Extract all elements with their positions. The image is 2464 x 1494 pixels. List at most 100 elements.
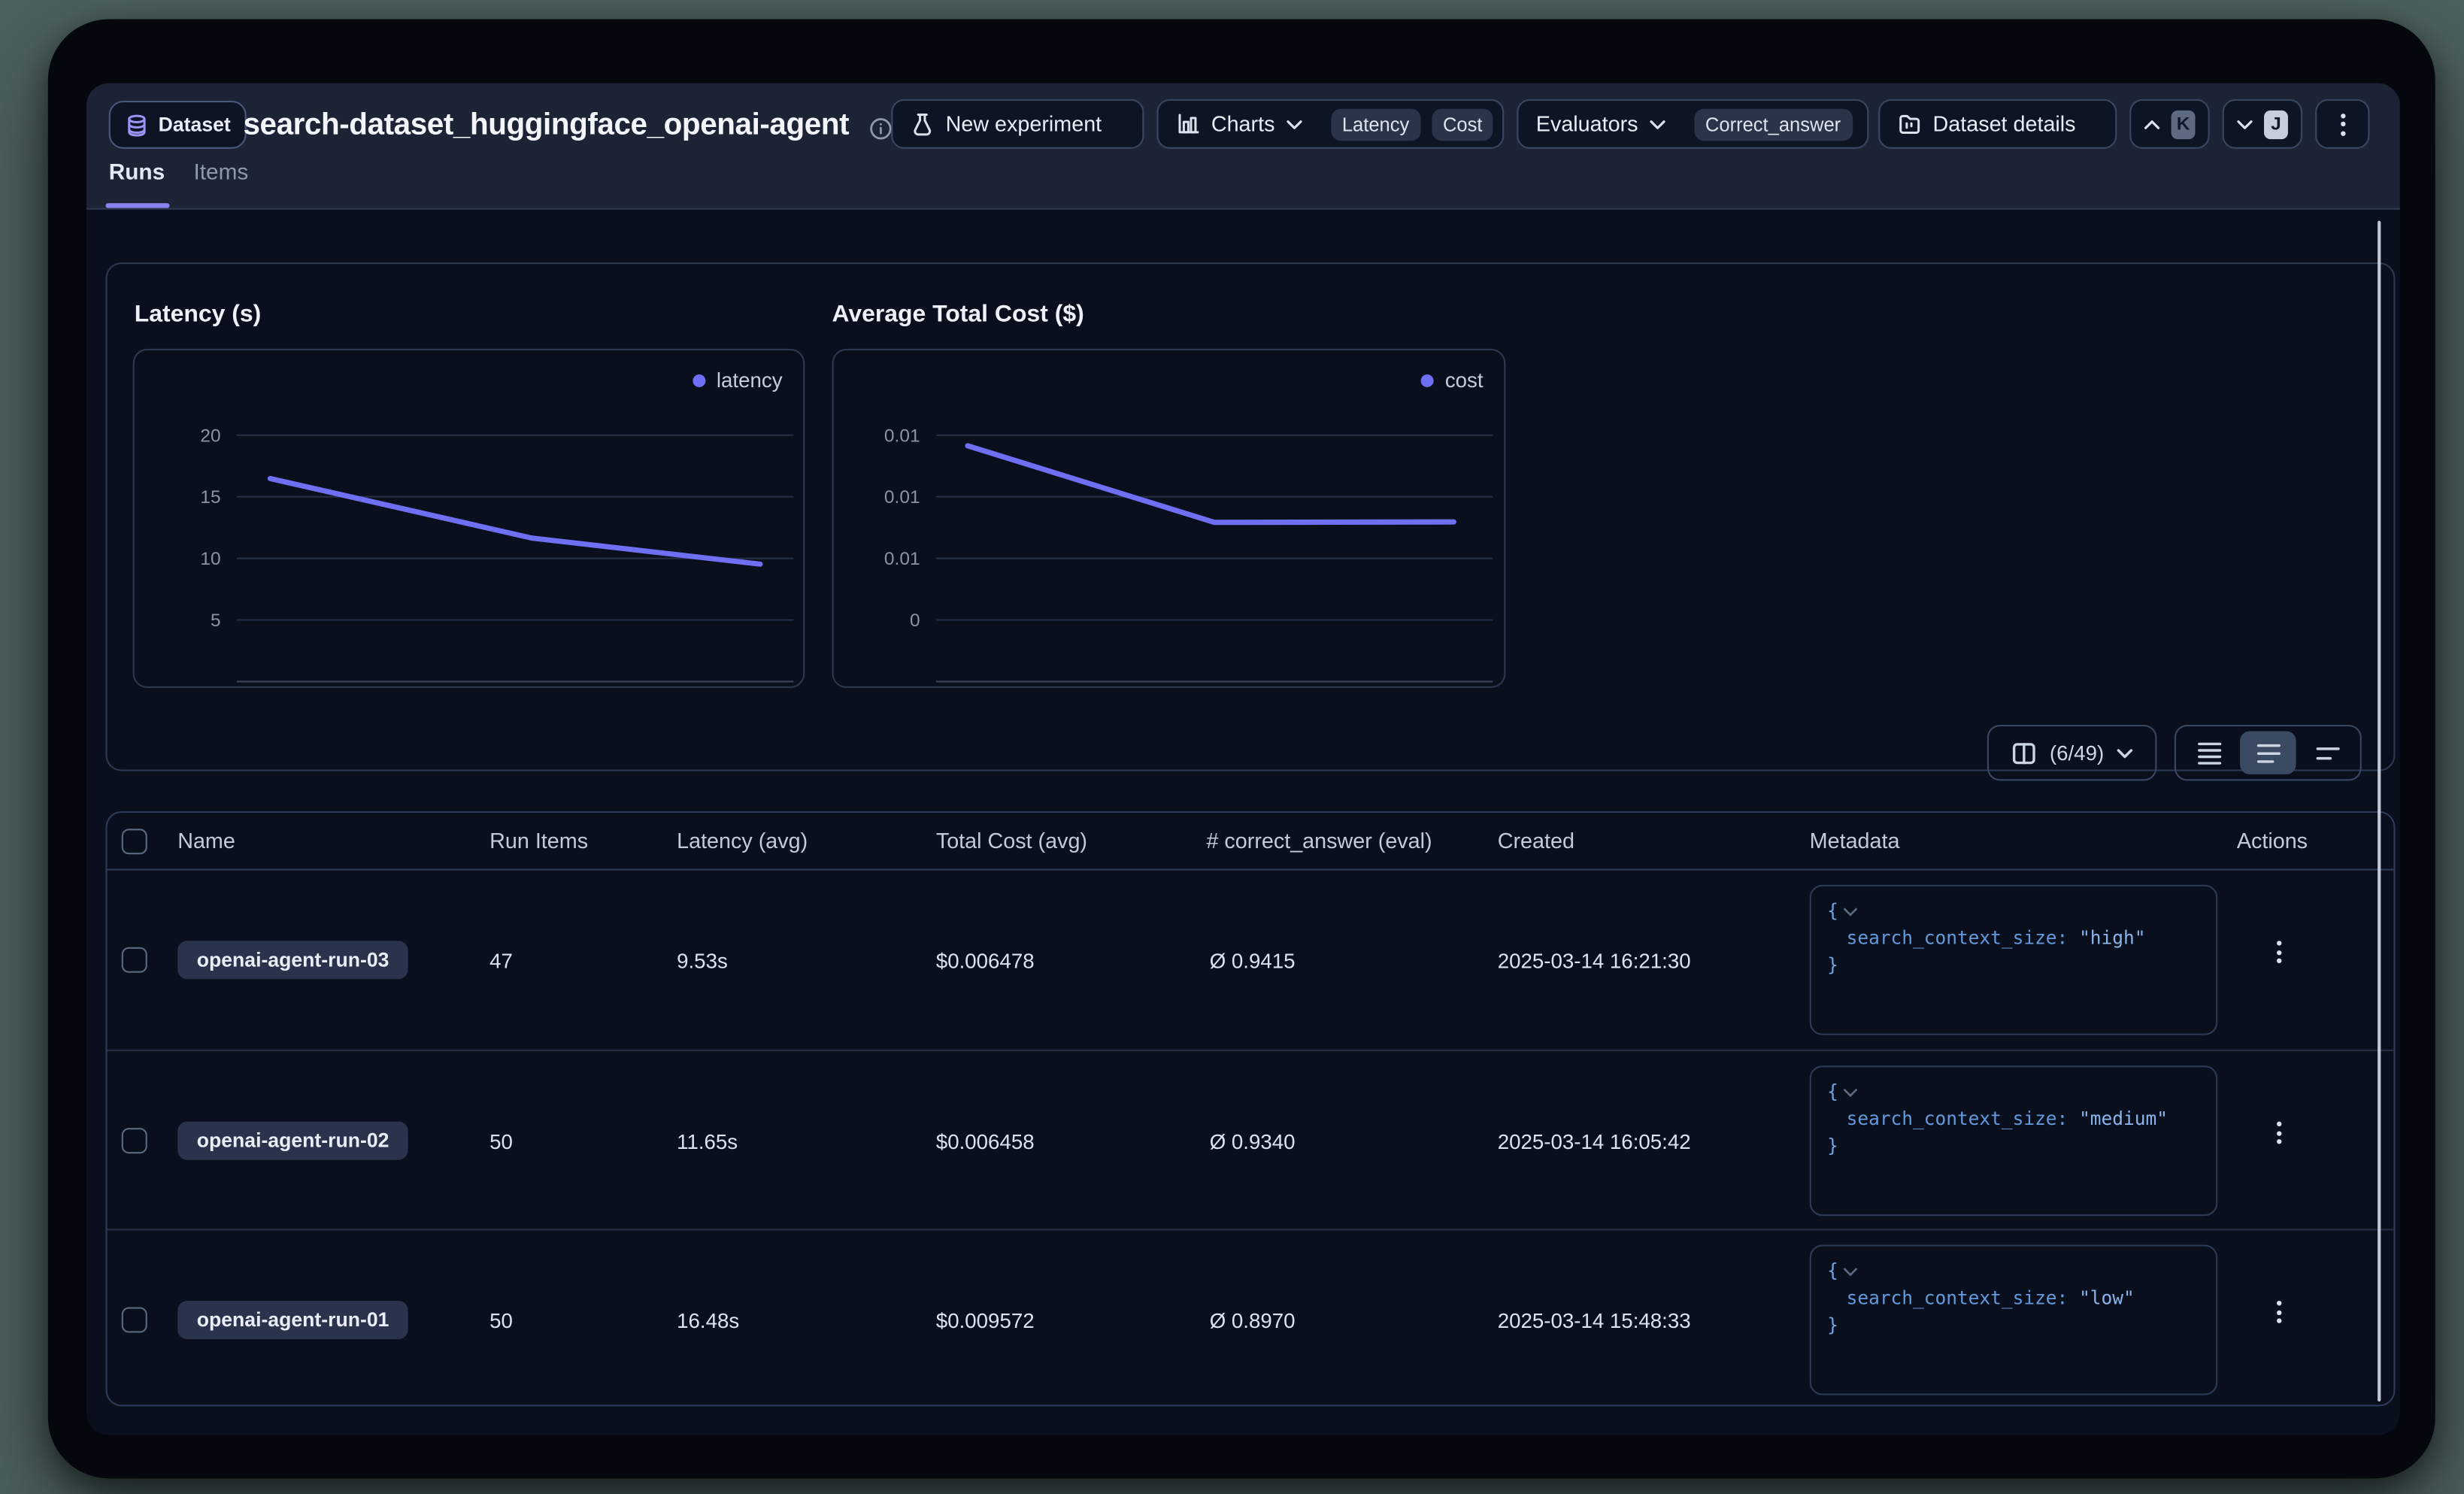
evaluators-menu-label: Evaluators [1536,112,1638,136]
row-actions-button[interactable] [2277,1122,2281,1144]
new-experiment-button[interactable]: New experiment [891,99,1144,149]
tab-runs[interactable]: Runs [109,159,165,184]
dataset-details-button[interactable]: Dataset details [1878,99,2117,149]
created-cell: 2025-03-14 15:48:33 [1498,1309,1691,1333]
table-row[interactable]: openai-agent-run-01 50 16.48s $0.009572 … [108,1229,2394,1408]
row-height-tall-button[interactable] [2299,731,2355,774]
col-header-created[interactable]: Created [1498,829,1574,853]
json-open-brace: { [1827,1258,1838,1285]
row-height-medium-button[interactable] [2240,731,2296,774]
json-expand-chevron-icon[interactable] [1843,1087,1857,1097]
col-header-latency[interactable]: Latency (avg) [677,829,808,853]
col-header-run-items[interactable]: Run Items [489,829,588,853]
app-window: Dataset search-dataset_huggingface_opena… [48,20,2435,1479]
legend-dot [1421,374,1434,386]
total-cost-cell: $0.009572 [936,1309,1035,1333]
chevron-down-icon [2117,748,2132,758]
app-surface: Dataset search-dataset_huggingface_opena… [86,83,2400,1435]
run-items-cell: 47 [489,949,513,973]
kebab-menu-icon [2277,1301,2281,1323]
table-row[interactable]: openai-agent-run-03 47 9.53s $0.006478 Ø… [108,871,2394,1050]
columns-icon [2011,740,2037,765]
kebab-menu-icon [2277,941,2281,963]
row-checkbox[interactable] [122,947,147,973]
col-header-actions: Actions [2237,829,2308,853]
latency-cell: 16.48s [677,1309,739,1333]
json-expand-chevron-icon[interactable] [1843,906,1857,916]
correct-answer-cell: Ø 0.8970 [1210,1309,1296,1333]
run-items-cell: 50 [489,1309,513,1333]
kebab-menu-icon [2340,113,2344,135]
run-name-badge[interactable]: openai-agent-run-03 [177,941,408,979]
runs-table: Name Run Items Latency (avg) Total Cost … [105,811,2395,1407]
select-all-checkbox[interactable] [122,829,147,854]
json-value: "medium" [2079,1108,2168,1130]
column-count-label: (6/49) [2050,741,2104,765]
json-key: search_context_size: [1847,1108,2068,1130]
cost-chart: 0.010.010.010 cost [832,349,1506,688]
info-icon[interactable] [868,117,893,141]
col-header-metadata[interactable]: Metadata [1810,829,1900,853]
chart-chip-latency[interactable]: Latency [1331,108,1420,141]
run-items-cell: 50 [489,1129,513,1153]
json-close-brace: } [1827,1312,2200,1339]
json-close-brace: } [1827,952,2200,979]
tab-items[interactable]: Items [193,159,248,184]
run-name-badge[interactable]: openai-agent-run-02 [177,1122,408,1160]
correct-answer-cell: Ø 0.9415 [1210,949,1296,973]
col-header-total-cost[interactable]: Total Cost (avg) [936,829,1087,853]
page-title: search-dataset_huggingface_openai-agent [243,109,849,144]
cost-chart-title: Average Total Cost ($) [832,301,1084,328]
json-value: "low" [2079,1286,2135,1309]
col-header-name[interactable]: Name [177,829,235,853]
next-item-button[interactable]: J [2223,99,2302,149]
column-selector-button[interactable]: (6/49) [1987,725,2157,780]
previous-item-button[interactable]: K [2129,99,2209,149]
run-name-badge[interactable]: openai-agent-run-01 [177,1301,408,1339]
flask-icon [911,112,935,136]
svg-text:0.01: 0.01 [884,487,920,508]
table-row[interactable]: openai-agent-run-02 50 11.65s $0.006458 … [108,1050,2394,1229]
evaluator-chip-correct-answer[interactable]: Correct_answer [1694,108,1852,141]
json-close-brace: } [1827,1133,2200,1160]
row-actions-button[interactable] [2277,941,2281,963]
chevron-up-icon [2144,120,2159,129]
correct-answer-cell: Ø 0.9340 [1210,1129,1296,1153]
evaluators-menu-button[interactable]: Evaluators Correct_answer [1517,99,1868,149]
table-header-row: Name Run Items Latency (avg) Total Cost … [108,813,2394,871]
svg-text:15: 15 [200,487,220,508]
dataset-badge-label: Dataset [159,114,231,136]
total-cost-cell: $0.006458 [936,1129,1035,1153]
bar-chart-icon [1176,112,1200,136]
col-header-correct-answer[interactable]: # correct_answer (eval) [1206,829,1432,853]
latency-chart: 2015105 latency [133,349,805,688]
json-open-brace: { [1827,898,1838,925]
latency-chart-title: Latency (s) [135,301,262,328]
json-key: search_context_size: [1847,1286,2068,1309]
row-checkbox[interactable] [122,1308,147,1333]
latency-cell: 9.53s [677,949,728,973]
row-height-compact-button[interactable] [2181,731,2236,774]
vertical-scrollbar[interactable] [2378,221,2381,1402]
legend-label: latency [717,368,783,392]
created-cell: 2025-03-14 16:05:42 [1498,1129,1691,1153]
chart-chip-cost[interactable]: Cost [1432,108,1493,141]
metadata-json-box[interactable]: { search_context_size: "low" } [1810,1245,2218,1396]
shortcut-j-badge: J [2264,110,2288,138]
svg-text:0.01: 0.01 [884,549,920,569]
json-expand-chevron-icon[interactable] [1843,1266,1857,1276]
latency-cell: 11.65s [677,1129,738,1153]
metadata-json-box[interactable]: { search_context_size: "medium" } [1810,1065,2218,1216]
json-open-brace: { [1827,1078,1838,1105]
charts-menu-button[interactable]: Charts Latency Cost [1156,99,1504,149]
total-cost-cell: $0.006478 [936,949,1035,973]
more-options-button[interactable] [2315,99,2369,149]
metadata-json-box[interactable]: { search_context_size: "high" } [1810,885,2218,1035]
dataset-type-badge: Dataset [109,101,247,149]
row-checkbox[interactable] [122,1128,147,1153]
row-actions-button[interactable] [2277,1301,2281,1323]
json-value: "high" [2079,926,2145,949]
svg-text:10: 10 [200,549,220,569]
chevron-down-icon [2237,120,2253,129]
charts-menu-label: Charts [1211,112,1275,136]
